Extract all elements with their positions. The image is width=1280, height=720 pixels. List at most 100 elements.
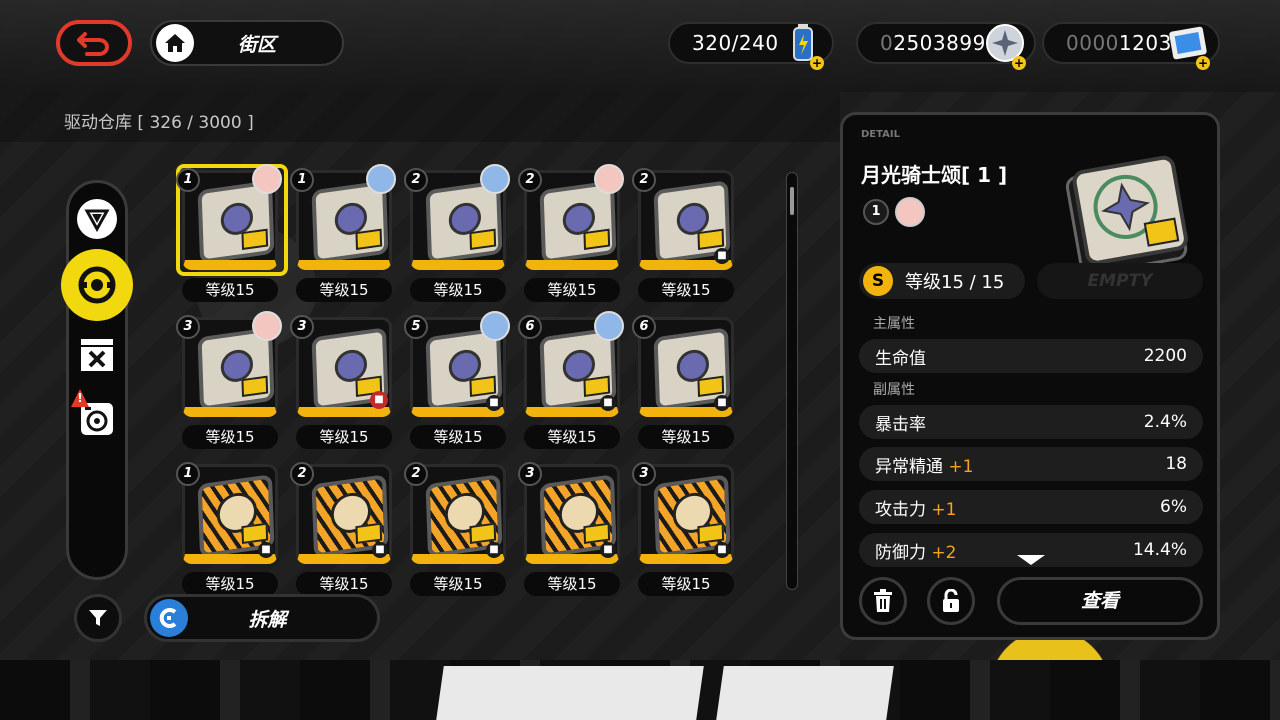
slot-number-badge: 3: [632, 462, 656, 486]
slot-number-badge: 6: [518, 315, 542, 339]
disk-level-pill: S 等级15 / 15: [859, 263, 1025, 299]
drive-disk-card[interactable]: 2 ■ 等级15: [290, 458, 404, 605]
sub-stat-name: 攻击力: [875, 499, 926, 520]
back-button[interactable]: [56, 20, 132, 66]
sidebar-item-camera[interactable]: !: [71, 389, 117, 439]
card-level: 等级15: [410, 425, 506, 449]
dennies-value-number: 2503899: [893, 31, 986, 55]
card-level: 等级15: [410, 278, 506, 302]
slot-number-badge: 2: [632, 168, 656, 192]
agent-avatar: [480, 311, 510, 341]
drive-disk-card[interactable]: 6 ■ 等级15: [518, 311, 632, 458]
rarity-tag: [469, 375, 497, 398]
disk-preview-image: [1065, 155, 1188, 275]
sub-stat-name: 异常精通: [875, 456, 943, 477]
dennies-coin-icon: +: [982, 18, 1028, 70]
drive-disk-card[interactable]: 2 ■ 等级15: [404, 458, 518, 605]
drive-disk-card[interactable]: 1 等级15: [290, 164, 404, 311]
drive-disk-grid: 1 等级15 1 等级15 2 等级15 2 等级15 2 ■ 等级15 3 等级15 3 ■ 等级15 5 ■ 等…: [176, 164, 746, 596]
add-battery-icon[interactable]: +: [810, 56, 824, 70]
drive-disk-card[interactable]: 3 等级15: [176, 311, 290, 458]
empty-slot-pill: EMPTY: [1037, 263, 1203, 299]
rarity-tag: [697, 522, 725, 545]
add-film-icon[interactable]: +: [1196, 56, 1210, 70]
location-pill[interactable]: 街区: [150, 20, 344, 66]
battery-value: 320/240: [692, 31, 779, 55]
crossed-box-icon: [81, 339, 113, 371]
back-arrow-icon: [77, 32, 109, 56]
lock-icon: ■: [714, 542, 730, 558]
sub-stat-name: 暴击率: [875, 414, 926, 435]
drive-disk-card[interactable]: 3 ■ 等级15: [632, 458, 746, 605]
drive-disk-card[interactable]: 2 等级15: [404, 164, 518, 311]
background-plate: [436, 666, 704, 720]
inventory-title: 驱动仓库 [ 326 / 3000 ]: [64, 113, 254, 133]
main-stat-label: 主属性: [873, 316, 915, 332]
lock-button[interactable]: [927, 577, 975, 625]
slot-number-badge: 3: [518, 462, 542, 486]
trash-button[interactable]: [859, 577, 907, 625]
rarity-tag: [583, 375, 611, 398]
filter-button[interactable]: [74, 594, 122, 642]
slot-number-badge: 2: [518, 168, 542, 192]
drive-disk-card[interactable]: 3 ■ 等级15: [518, 458, 632, 605]
sub-stat-name: 防御力: [875, 542, 926, 563]
main-stat-value: 2200: [1143, 346, 1187, 366]
sub-stat-value: 18: [1165, 454, 1187, 474]
lock-icon: ■: [714, 395, 730, 411]
detail-caption: DETAIL: [861, 129, 901, 140]
drive-disk-card[interactable]: 6 ■ 等级15: [632, 311, 746, 458]
main-stat-name: 生命值: [875, 348, 926, 369]
trash-mark-icon: ■: [370, 391, 388, 409]
lock-icon: ■: [258, 542, 274, 558]
rarity-tag: [469, 522, 497, 545]
battery-counter[interactable]: 320/240 +: [668, 22, 834, 70]
rarity-tag: [583, 522, 611, 545]
sub-stat-upgrade: +2: [931, 542, 957, 563]
card-level: 等级15: [638, 278, 734, 302]
sidebar-item-w-engine[interactable]: [77, 199, 117, 239]
drive-disk-card[interactable]: 2 等级15: [518, 164, 632, 311]
bottom-background-band: [0, 660, 1280, 720]
add-dennies-icon[interactable]: +: [1012, 56, 1026, 70]
grid-scrollbar[interactable]: [786, 172, 798, 590]
battery-icon: +: [780, 18, 826, 70]
dennies-value: 02503899: [858, 31, 986, 55]
unlock-icon: [943, 589, 959, 612]
view-button[interactable]: 查看: [997, 577, 1203, 625]
disassemble-button[interactable]: 拆解: [144, 594, 380, 642]
rank-s-icon: S: [863, 266, 893, 296]
home-icon[interactable]: [156, 24, 194, 62]
scroll-down-icon[interactable]: [1017, 555, 1045, 565]
sub-stat-name-group: 防御力 +2: [875, 538, 956, 563]
scroll-thumb[interactable]: [790, 187, 794, 215]
card-level: 等级15: [296, 278, 392, 302]
rarity-tag: [241, 522, 269, 545]
sub-stat-name-group: 异常精通 +1: [875, 452, 973, 477]
dennies-counter[interactable]: 02503899 +: [856, 22, 1036, 70]
film-ticket-icon: +: [1166, 18, 1212, 70]
drive-disk-card[interactable]: 1 等级15: [176, 164, 290, 311]
drive-disk-card[interactable]: 5 ■ 等级15: [404, 311, 518, 458]
disassemble-label: 拆解: [248, 608, 287, 631]
drive-disk-card[interactable]: 3 ■ 等级15: [290, 311, 404, 458]
sub-stat-name-group: 攻击力 +1: [875, 495, 956, 520]
disk-drive-icon: [78, 266, 116, 304]
drive-disk-card[interactable]: 2 ■ 等级15: [632, 164, 746, 311]
card-level: 等级15: [296, 572, 392, 596]
rarity-tag: [355, 522, 383, 545]
dennies-value-prefix: 0: [880, 31, 894, 55]
slot-number-badge: 2: [404, 168, 428, 192]
lock-icon: ■: [600, 542, 616, 558]
sidebar-item-bangboo[interactable]: [77, 335, 117, 375]
detail-panel: DETAIL 月光骑士颂[ 1 ] 1 S 等级15 / 15 EMPTY 主属…: [840, 112, 1220, 640]
sub-stat-row: 异常精通 +1 18: [859, 447, 1203, 481]
equipped-agent-avatar[interactable]: [895, 197, 925, 227]
sub-stat-label: 副属性: [873, 382, 915, 398]
slot-number-badge: 1: [176, 462, 200, 486]
sidebar-item-disk-drive[interactable]: [61, 249, 133, 321]
card-level: 等级15: [638, 425, 734, 449]
slot-number-badge: 2: [290, 462, 314, 486]
film-counter[interactable]: 00001203 +: [1042, 22, 1220, 70]
drive-disk-card[interactable]: 1 ■ 等级15: [176, 458, 290, 605]
